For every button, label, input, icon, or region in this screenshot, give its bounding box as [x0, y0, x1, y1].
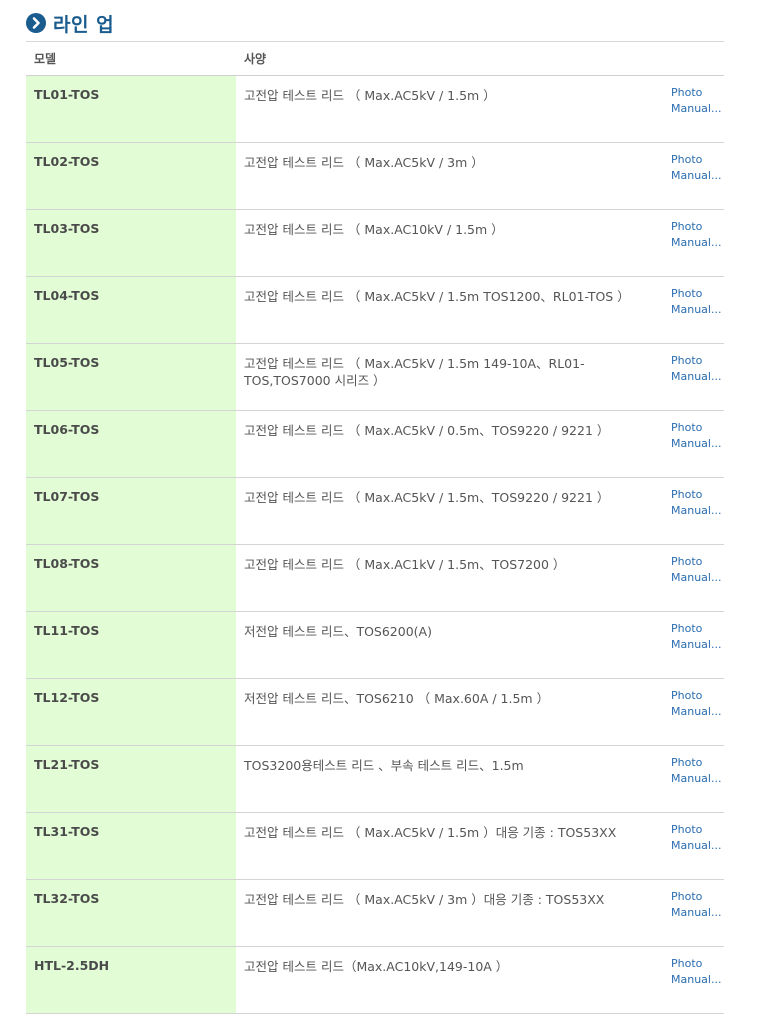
spec-cell: 고전압 테스트 리드 （ Max.AC10kV / 1.5m ）	[244, 222, 504, 237]
chevron-right-circle-icon	[26, 13, 46, 33]
spec-cell: 고전압 테스트 리드 （ Max.AC5kV / 3m ）대응 기종 : TOS…	[244, 892, 605, 907]
manual-link[interactable]: Manual...	[671, 570, 724, 586]
model-cell: TL11-TOS	[26, 612, 236, 678]
table-row: TL07-TOS 고전압 테스트 리드 （ Max.AC5kV / 1.5m、T…	[26, 478, 724, 545]
section-title: 라인 업	[53, 13, 115, 36]
photo-link[interactable]: Photo	[671, 487, 724, 503]
spec-cell: 고전압 테스트 리드 （ Max.AC5kV / 1.5m ）	[244, 88, 496, 103]
links-cell: Photo Manual...	[663, 746, 724, 812]
links-cell: Photo Manual...	[663, 880, 724, 946]
model-cell: TL02-TOS	[26, 143, 236, 209]
table-row: TL03-TOS 고전압 테스트 리드 （ Max.AC10kV / 1.5m …	[26, 210, 724, 277]
spec-cell: 고전압 테스트 리드 （ Max.AC5kV / 3m ）	[244, 155, 484, 170]
section-heading: 라인 업	[26, 10, 114, 36]
manual-link[interactable]: Manual...	[671, 369, 724, 385]
spec-cell: 고전압 테스트 리드 （ Max.AC1kV / 1.5m、TOS7200 ）	[244, 557, 566, 572]
manual-link[interactable]: Manual...	[671, 838, 724, 854]
model-cell: TL08-TOS	[26, 545, 236, 611]
manual-link[interactable]: Manual...	[671, 168, 724, 184]
manual-link[interactable]: Manual...	[671, 905, 724, 921]
links-cell: Photo Manual...	[663, 545, 724, 611]
photo-link[interactable]: Photo	[671, 219, 724, 235]
table-row: TL32-TOS 고전압 테스트 리드 （ Max.AC5kV / 3m ）대응…	[26, 880, 724, 947]
photo-link[interactable]: Photo	[671, 286, 724, 302]
links-cell: Photo Manual...	[663, 813, 724, 879]
spec-cell: 고전압 테스트 리드 （ Max.AC5kV / 0.5m、TOS9220 / …	[244, 423, 610, 438]
model-cell: TL32-TOS	[26, 880, 236, 946]
photo-link[interactable]: Photo	[671, 420, 724, 436]
links-cell: Photo Manual...	[663, 76, 724, 142]
header-model: 모델	[34, 52, 57, 66]
spec-cell: 저전압 테스트 리드、TOS6200(A)	[244, 624, 432, 639]
model-cell: TL07-TOS	[26, 478, 236, 544]
manual-link[interactable]: Manual...	[671, 302, 724, 318]
model-cell: TL06-TOS	[26, 411, 236, 477]
table-row: TL21-TOS TOS3200용테스트 리드 、부속 테스트 리드、1.5m …	[26, 746, 724, 813]
model-cell: TL31-TOS	[26, 813, 236, 879]
model-cell: TL12-TOS	[26, 679, 236, 745]
photo-link[interactable]: Photo	[671, 889, 724, 905]
links-cell: Photo Manual...	[663, 210, 724, 276]
spec-cell: TOS3200용테스트 리드 、부속 테스트 리드、1.5m	[244, 758, 524, 773]
table-row: TL06-TOS 고전압 테스트 리드 （ Max.AC5kV / 0.5m、T…	[26, 411, 724, 478]
model-cell: TL03-TOS	[26, 210, 236, 276]
model-cell: TL04-TOS	[26, 277, 236, 343]
manual-link[interactable]: Manual...	[671, 637, 724, 653]
photo-link[interactable]: Photo	[671, 152, 724, 168]
table-row: TL02-TOS 고전압 테스트 리드 （ Max.AC5kV / 3m ） P…	[26, 143, 724, 210]
photo-link[interactable]: Photo	[671, 755, 724, 771]
manual-link[interactable]: Manual...	[671, 704, 724, 720]
table-row: TL11-TOS 저전압 테스트 리드、TOS6200(A) Photo Man…	[26, 612, 724, 679]
links-cell: Photo Manual...	[663, 612, 724, 678]
photo-link[interactable]: Photo	[671, 822, 724, 838]
links-cell: Photo Manual...	[663, 478, 724, 544]
table-row: HTL-2.5DH 고전압 테스트 리드（Max.AC10kV,149-10A …	[26, 947, 724, 1014]
links-cell: Photo Manual...	[663, 679, 724, 745]
header-spec: 사양	[244, 52, 267, 66]
spec-cell: 고전압 테스트 리드 （ Max.AC5kV / 1.5m 149-10A、RL…	[244, 356, 585, 388]
photo-link[interactable]: Photo	[671, 688, 724, 704]
model-cell: TL05-TOS	[26, 344, 236, 410]
photo-link[interactable]: Photo	[671, 956, 724, 972]
photo-link[interactable]: Photo	[671, 621, 724, 637]
table-row: TL08-TOS 고전압 테스트 리드 （ Max.AC1kV / 1.5m、T…	[26, 545, 724, 612]
table-row: TL31-TOS 고전압 테스트 리드 （ Max.AC5kV / 1.5m ）…	[26, 813, 724, 880]
links-cell: Photo Manual...	[663, 947, 724, 1013]
links-cell: Photo Manual...	[663, 411, 724, 477]
model-cell: TL01-TOS	[26, 76, 236, 142]
model-cell: TL21-TOS	[26, 746, 236, 812]
spec-cell: 저전압 테스트 리드、TOS6210 （ Max.60A / 1.5m ）	[244, 691, 550, 706]
table-row: TL12-TOS 저전압 테스트 리드、TOS6210 （ Max.60A / …	[26, 679, 724, 746]
model-cell: HTL-2.5DH	[26, 947, 236, 1013]
links-cell: Photo Manual...	[663, 277, 724, 343]
manual-link[interactable]: Manual...	[671, 235, 724, 251]
photo-link[interactable]: Photo	[671, 554, 724, 570]
photo-link[interactable]: Photo	[671, 85, 724, 101]
spec-cell: 고전압 테스트 리드 （ Max.AC5kV / 1.5m、TOS9220 / …	[244, 490, 610, 505]
table-body: TL01-TOS 고전압 테스트 리드 （ Max.AC5kV / 1.5m ）…	[26, 76, 724, 1014]
links-cell: Photo Manual...	[663, 143, 724, 209]
table-row: TL05-TOS 고전압 테스트 리드 （ Max.AC5kV / 1.5m 1…	[26, 344, 724, 411]
manual-link[interactable]: Manual...	[671, 771, 724, 787]
manual-link[interactable]: Manual...	[671, 101, 724, 117]
photo-link[interactable]: Photo	[671, 353, 724, 369]
manual-link[interactable]: Manual...	[671, 503, 724, 519]
manual-link[interactable]: Manual...	[671, 972, 724, 988]
table-row: TL04-TOS 고전압 테스트 리드 （ Max.AC5kV / 1.5m T…	[26, 277, 724, 344]
manual-link[interactable]: Manual...	[671, 436, 724, 452]
links-cell: Photo Manual...	[663, 344, 724, 410]
table-header: 모델 사양	[26, 42, 724, 76]
spec-cell: 고전압 테스트 리드 （ Max.AC5kV / 1.5m ）대응 기종 : T…	[244, 825, 617, 840]
spec-cell: 고전압 테스트 리드（Max.AC10kV,149-10A ）	[244, 959, 509, 974]
spec-cell: 고전압 테스트 리드 （ Max.AC5kV / 1.5m TOS1200、RL…	[244, 289, 630, 304]
lineup-table: 모델 사양 TL01-TOS 고전압 테스트 리드 （ Max.AC5kV / …	[26, 41, 724, 1014]
table-row: TL01-TOS 고전압 테스트 리드 （ Max.AC5kV / 1.5m ）…	[26, 76, 724, 143]
